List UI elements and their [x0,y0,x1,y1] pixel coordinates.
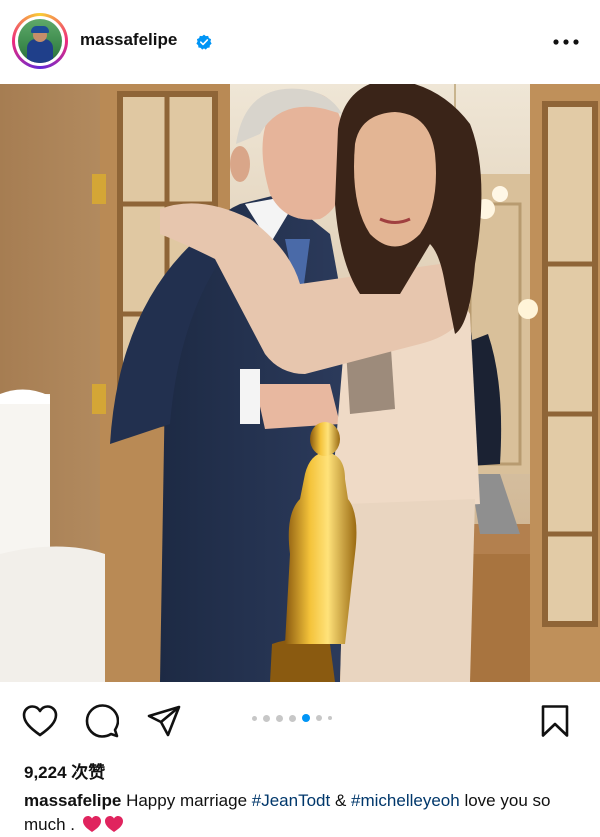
post-photo[interactable] [0,84,600,682]
carousel-dot [316,715,322,721]
avatar-figure-body [27,39,53,63]
carousel-dot [289,714,296,722]
red-heart-emoji-icon [104,816,123,832]
avatar-border [15,16,65,66]
avatar[interactable] [12,13,68,69]
username[interactable]: massafelipe [80,30,177,50]
post-caption: massafelipe Happy marriage #JeanTodt & #… [24,789,584,837]
red-heart-emoji-icon [82,816,101,832]
avatar-figure-cap [31,26,49,33]
photo-illustration [0,84,600,682]
likes-count[interactable]: 9,224 次赞 [24,758,105,783]
hashtag-link[interactable]: #michelleyeoh [351,791,460,810]
post-actions-bar [0,682,600,758]
caption-text: Happy marriage [126,791,248,810]
hashtag-link[interactable]: #JeanTodt [252,791,330,810]
carousel-dot [328,716,332,720]
carousel-dot-active [302,714,310,722]
bookmark-icon[interactable] [540,704,570,738]
caption-amp: & [334,791,347,810]
share-icon[interactable] [146,704,182,738]
heart-icon[interactable] [22,704,58,738]
carousel-dot [276,714,283,722]
carousel-indicator [252,713,336,723]
caption-username[interactable]: massafelipe [24,791,121,810]
comment-icon[interactable] [85,704,119,738]
avatar-image [18,19,62,63]
post-header: massafelipe [0,0,600,84]
carousel-dot [252,715,257,721]
carousel-dot [263,714,270,722]
more-options-icon[interactable] [553,39,579,45]
verified-badge-icon [196,34,212,50]
